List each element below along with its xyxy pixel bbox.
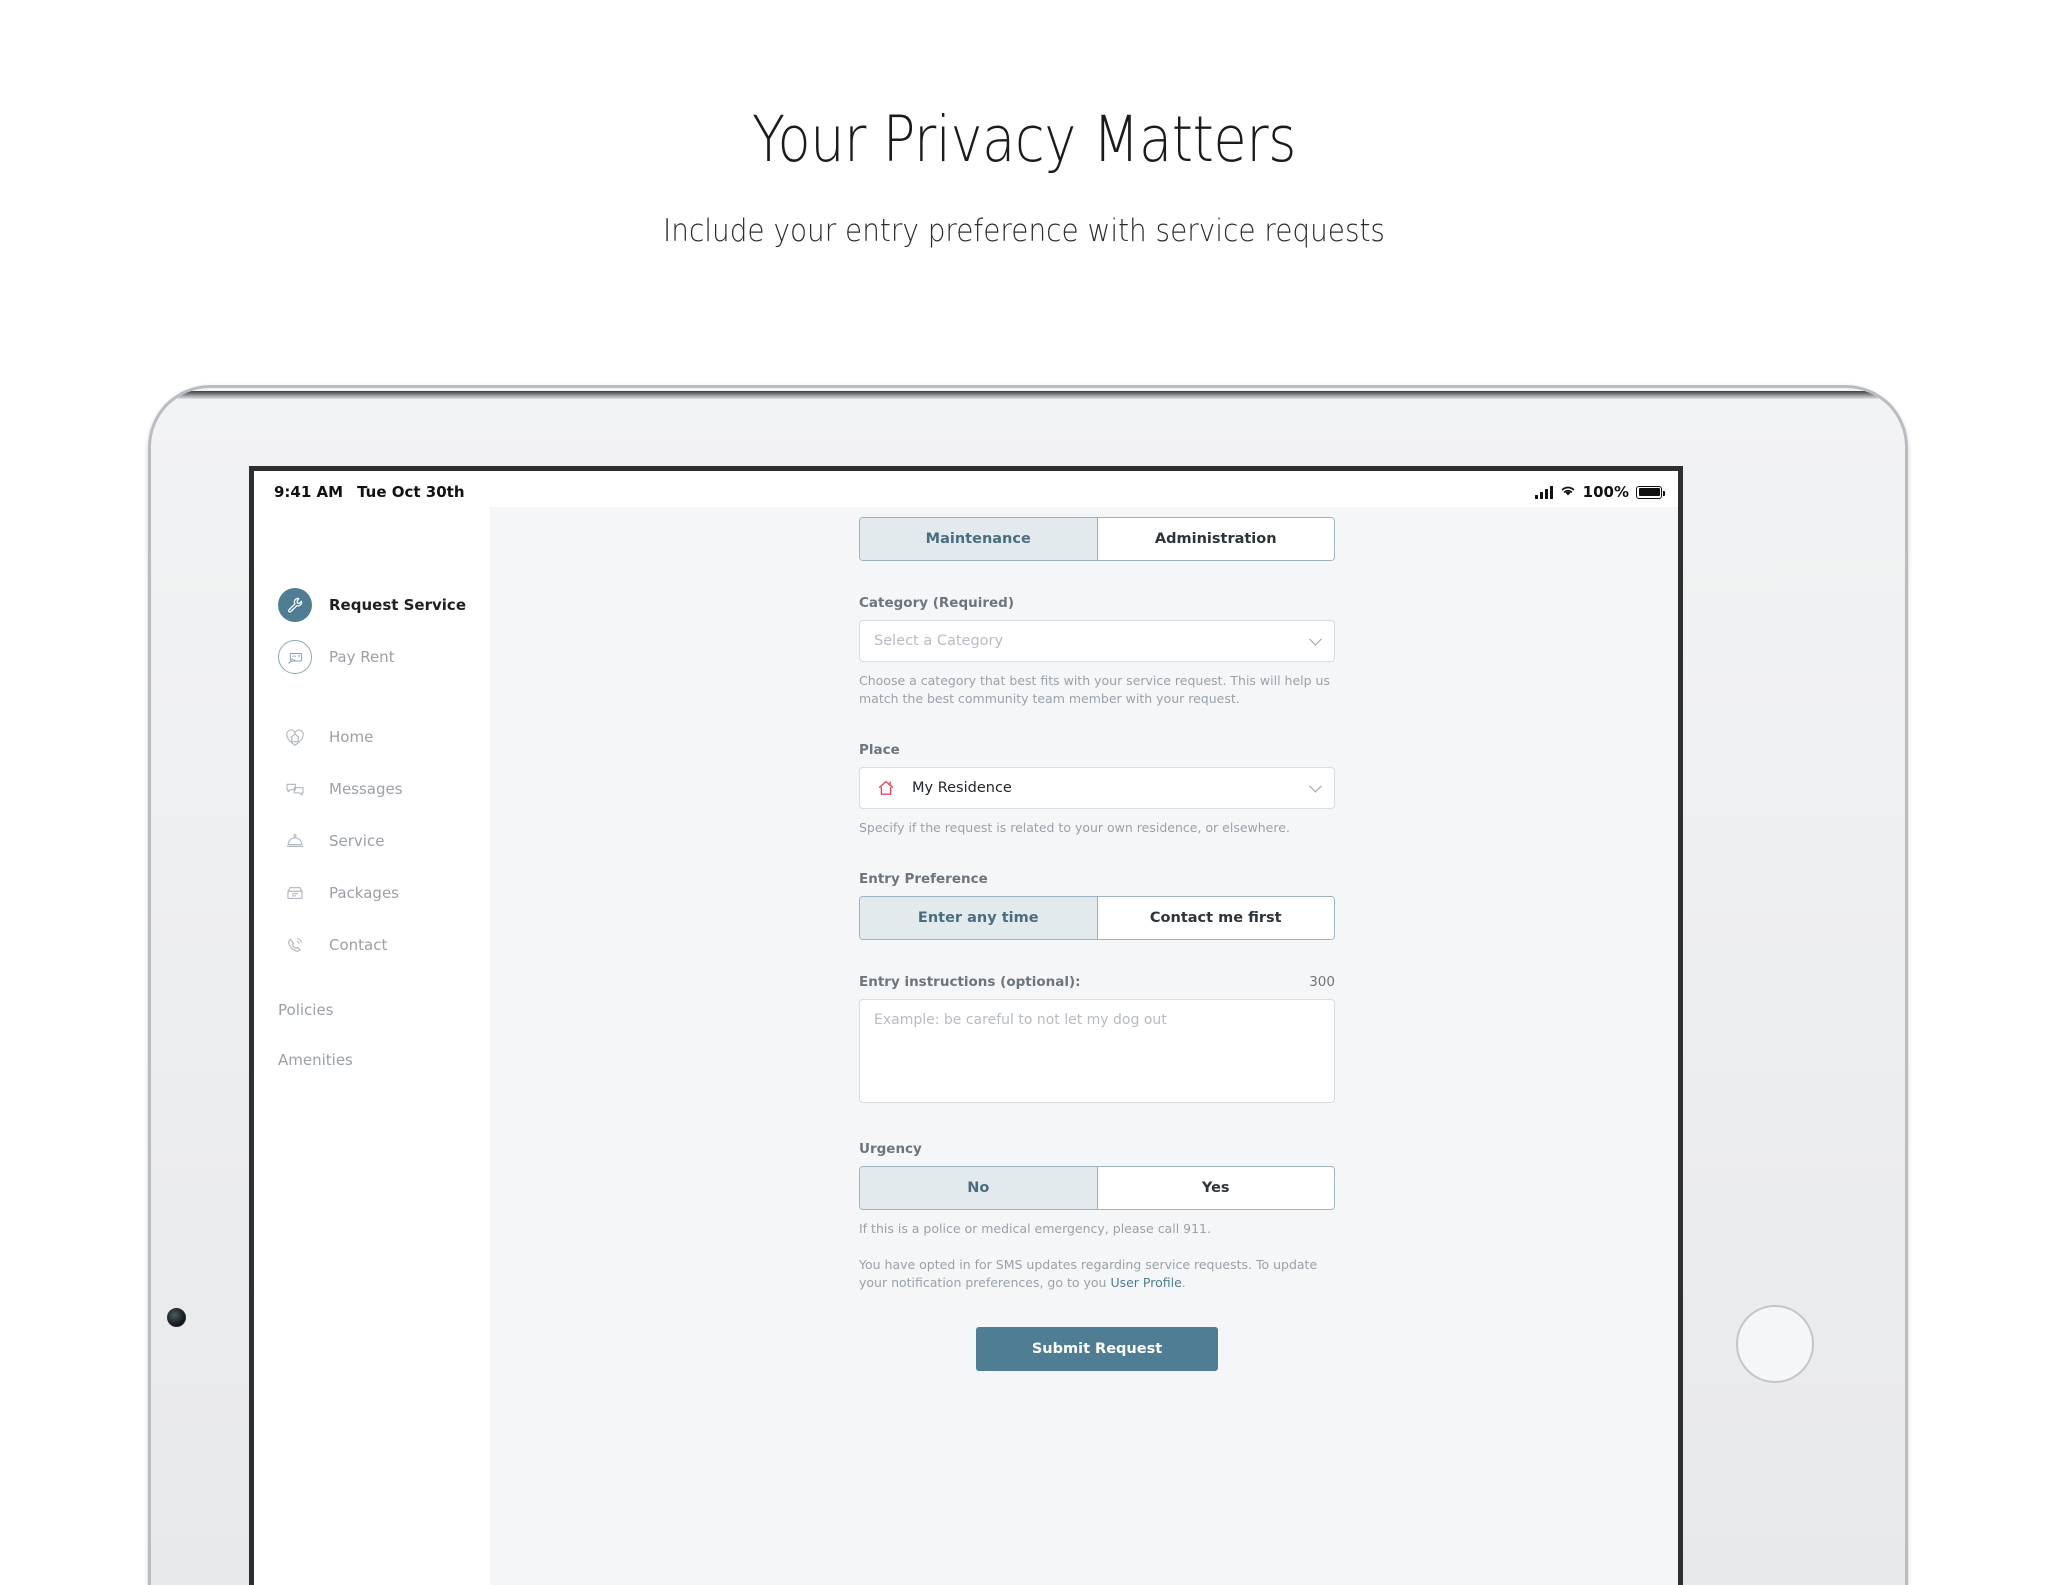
sidebar-link-label: Amenities (278, 1051, 353, 1069)
wifi-icon (1560, 483, 1576, 501)
sidebar-item-pay-rent[interactable]: Pay Rent (278, 631, 490, 683)
submit-request-button[interactable]: Submit Request (976, 1327, 1218, 1371)
sidebar: Request Service Pay Rent Home Messages S… (254, 507, 490, 1585)
front-camera-lens (167, 1308, 186, 1327)
status-bar: 9:41 AM Tue Oct 30th 100% (254, 471, 1678, 507)
urgency-helper-text: If this is a police or medical emergency… (859, 1221, 1211, 1237)
category-helper-text: Choose a category that best fits with yo… (859, 673, 1330, 707)
sms-notice-text: You have opted in for SMS updates regard… (859, 1256, 1318, 1291)
sidebar-item-label: Contact (329, 936, 388, 954)
character-counter: 300 (1309, 974, 1335, 991)
entry-preference-label: Entry Preference (859, 871, 988, 888)
category-placeholder: Select a Category (874, 633, 1004, 649)
status-time: 9:41 AM (274, 483, 344, 501)
main-content: Maintenance Administration Category (Req… (490, 507, 1678, 1585)
sidebar-item-label: Pay Rent (329, 648, 395, 666)
package-box-icon (278, 876, 312, 910)
sidebar-item-packages[interactable]: Packages (278, 867, 490, 919)
page-subtitle: Include your entry preference with servi… (663, 213, 1385, 249)
entry-instructions-label: Entry instructions (optional): (859, 974, 1081, 991)
sidebar-item-contact[interactable]: Contact (278, 919, 490, 971)
phone-icon (278, 928, 312, 962)
sidebar-secondary-group: Home Messages Service Packages Contact (254, 711, 490, 971)
hand-card-icon (278, 640, 312, 674)
entry-instructions-group: Entry instructions (optional): 300 (859, 974, 1335, 1107)
service-bell-icon (278, 824, 312, 858)
sidebar-link-policies[interactable]: Policies (254, 985, 490, 1035)
tablet-device: 9:41 AM Tue Oct 30th 100% Request Servic… (148, 385, 1908, 1585)
tab-administration[interactable]: Administration (1096, 518, 1334, 560)
chevron-down-icon (1309, 632, 1322, 646)
sidebar-item-label: Request Service (329, 596, 466, 614)
place-helper-text: Specify if the request is related to you… (859, 820, 1290, 836)
place-label: Place (859, 742, 900, 759)
sms-notice-period: . (1181, 1275, 1186, 1291)
option-urgency-no[interactable]: No (860, 1167, 1097, 1210)
sidebar-item-label: Packages (329, 884, 399, 902)
sidebar-item-label: Messages (329, 780, 403, 798)
cellular-signal-icon (1534, 485, 1553, 499)
request-type-tabs[interactable]: Maintenance Administration (859, 517, 1335, 561)
house-outline-icon (874, 776, 898, 800)
tablet-screen: 9:41 AM Tue Oct 30th 100% Request Servic… (249, 466, 1683, 1585)
category-label: Category (Required) (859, 595, 1014, 611)
place-value: My Residence (912, 780, 1012, 797)
entry-preference-toggle[interactable]: Enter any time Contact me first (859, 896, 1335, 941)
hero-header: Your Privacy Matters Include your entry … (0, 0, 2048, 249)
place-field-group: Place My Residence Specify if the reques… (859, 742, 1335, 837)
entry-instructions-input[interactable] (859, 999, 1335, 1104)
service-request-form: Maintenance Administration Category (Req… (833, 507, 1335, 1371)
app-container: Request Service Pay Rent Home Messages S… (254, 507, 1678, 1585)
sidebar-divider-space (254, 971, 490, 985)
chevron-down-icon (1309, 780, 1322, 793)
category-select[interactable]: Select a Category (859, 620, 1335, 662)
category-field-group: Category (Required) Select a Category Ch… (859, 595, 1335, 708)
sidebar-item-service[interactable]: Service (278, 815, 490, 867)
sidebar-item-home[interactable]: Home (278, 711, 490, 763)
sms-notice: You have opted in for SMS updates regard… (859, 1256, 1335, 1294)
tab-maintenance[interactable]: Maintenance (860, 518, 1097, 560)
wrench-icon (278, 588, 312, 622)
user-profile-link[interactable]: User Profile (1110, 1275, 1181, 1290)
option-contact-me-first[interactable]: Contact me first (1096, 897, 1334, 940)
tablet-body: 9:41 AM Tue Oct 30th 100% Request Servic… (148, 385, 1908, 1585)
submit-area: Submit Request (859, 1327, 1335, 1371)
option-enter-any-time[interactable]: Enter any time (860, 897, 1097, 940)
home-button[interactable] (1736, 1305, 1814, 1383)
status-date: Tue Oct 30th (357, 483, 465, 501)
sidebar-item-label: Service (329, 832, 385, 850)
urgency-toggle[interactable]: No Yes (859, 1166, 1335, 1211)
option-urgency-yes[interactable]: Yes (1096, 1167, 1334, 1210)
sidebar-item-messages[interactable]: Messages (278, 763, 490, 815)
entry-preference-group: Entry Preference Enter any time Contact … (859, 871, 1335, 941)
tablet-bezel-highlight (177, 391, 1879, 399)
urgency-label: Urgency (859, 1141, 922, 1158)
battery-percent-label: 100% (1582, 483, 1629, 501)
sidebar-link-label: Policies (278, 1001, 334, 1019)
sidebar-item-request-service[interactable]: Request Service (278, 579, 490, 631)
sidebar-primary-group: Request Service Pay Rent (254, 579, 490, 683)
urgency-group: Urgency No Yes If this is a police or me… (859, 1141, 1335, 1238)
place-select[interactable]: My Residence (859, 767, 1335, 810)
heart-house-icon (278, 720, 312, 754)
battery-icon (1636, 485, 1665, 499)
chat-bubbles-icon (278, 772, 312, 806)
sidebar-item-label: Home (329, 728, 374, 746)
page-title: Your Privacy Matters (752, 103, 1296, 176)
sidebar-link-amenities[interactable]: Amenities (254, 1035, 490, 1085)
